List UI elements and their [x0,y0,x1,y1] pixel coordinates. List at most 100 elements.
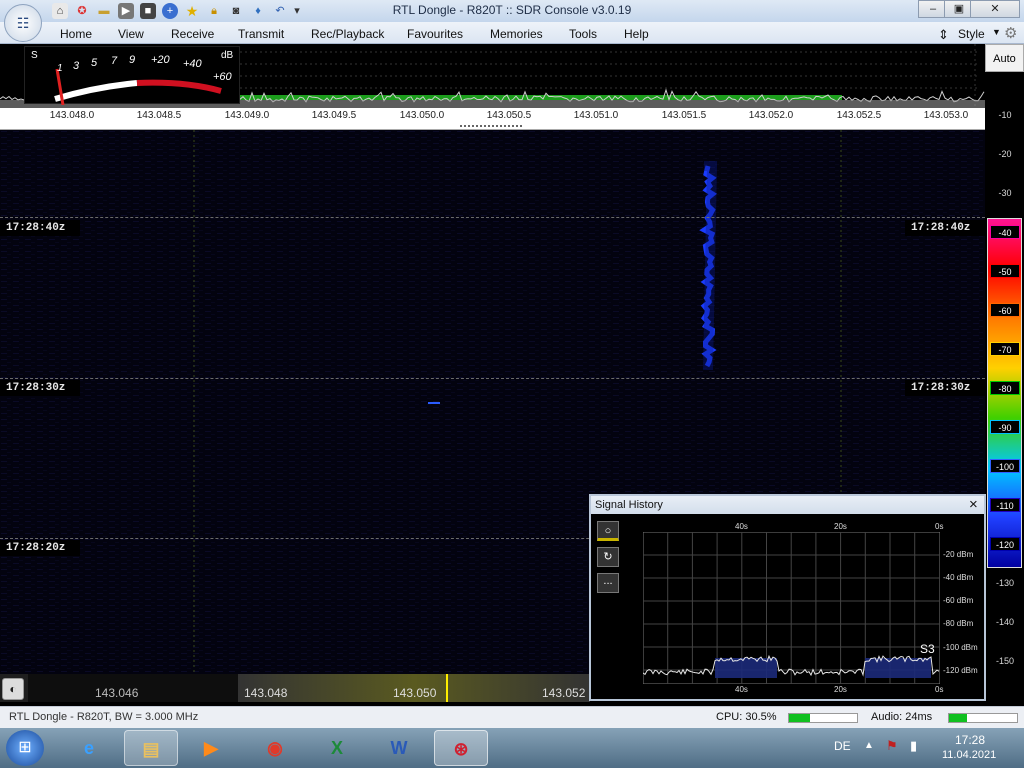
application-menu-button[interactable]: ☷ [4,4,42,42]
scale-tick-label: -150 [995,656,1014,666]
menu-rec-playback[interactable]: Rec/Playback [311,27,384,41]
history-level-label: -80 dBm [943,619,974,628]
timestamp-right: 17:28:30z [905,380,985,396]
folder-icon[interactable]: ▬ [96,3,112,19]
freq-tick: 143.048.5 [136,110,182,121]
history-time-bottom: 20s [834,685,847,694]
freq-tick: 143.051.5 [661,110,707,121]
history-time-bottom: 40s [735,685,748,694]
home-icon[interactable]: ⌂ [52,3,68,19]
language-indicator[interactable]: DE [834,739,851,753]
signal-history-window: Signal History × ○ ↻ ... 40s 20s 0s 40s … [589,494,986,701]
signal-history-title: Signal History [595,499,663,511]
auto-scale-button[interactable]: Auto [985,44,1024,72]
media-player-icon[interactable]: ▶ [184,730,238,766]
scale-tick-label: -40 [990,225,1020,239]
menu-transmit[interactable]: Transmit [238,27,284,41]
signal-history-close-button[interactable]: × [969,496,978,513]
scale-tick-label: -10 [998,110,1012,120]
record-toggle-icon[interactable]: ○ [597,521,619,541]
style-arrows-icon[interactable]: ⇕ [938,27,949,43]
history-level-label: -60 dBm [943,596,974,605]
start-button[interactable]: ⊞ [6,730,44,766]
time-marker-line [0,378,985,379]
menu-view[interactable]: View [118,27,144,41]
lifebuoy-icon[interactable]: ✪ [74,3,90,19]
show-hidden-icons-icon[interactable]: ▲ [864,740,874,751]
chrome-icon[interactable]: ◉ [248,730,302,766]
freq-tick: 143.052.5 [836,110,882,121]
frequency-axis[interactable]: 143.048.0 143.048.5 143.049.0 143.049.5 … [0,108,985,124]
scale-tick-label: -120 [990,537,1020,551]
scale-tick-label: -140 [995,617,1014,627]
history-level-label: -20 dBm [943,550,974,559]
menu-bar: Home View Receive Transmit Rec/Playback … [0,22,1024,44]
audio-label: Audio: 24ms [871,711,933,723]
cpu-meter [788,713,858,723]
scale-tick-label: -70 [990,342,1020,356]
lock-icon[interactable]: 🔒︎ [206,3,222,19]
freq-tick: 143.050.0 [399,110,445,121]
network-icon[interactable]: ▮ [910,738,917,754]
menu-home[interactable]: Home [60,27,92,41]
timestamp-left: 17:28:30z [0,380,80,396]
band-label: 143.046 [95,686,139,700]
menu-memories[interactable]: Memories [490,27,543,41]
tuning-marker[interactable] [446,674,448,702]
settings-gear-icon[interactable]: ⚙ [1004,24,1017,42]
menu-receive[interactable]: Receive [171,27,214,41]
history-time-top: 40s [735,522,748,531]
clock-time[interactable]: 17:28 [955,733,985,747]
signal-history-plot [643,532,940,684]
menu-help[interactable]: Help [624,27,649,41]
refresh-icon[interactable]: ↻ [597,547,619,567]
file-explorer-icon[interactable]: ▤ [124,730,178,766]
sdr-console-icon[interactable]: ⊛ [434,730,488,766]
s-meter-tick: 3 [73,60,80,72]
timestamp-left: 17:28:40z [0,220,80,236]
s-meter: S dB 1 3 5 7 9 +20 +40 +60 [24,46,240,105]
camera-icon[interactable]: ◙ [228,3,244,19]
band-toggle-button[interactable]: ◐ [2,678,24,700]
s-meter-tick: +40 [183,58,202,70]
style-menu[interactable]: Style [958,27,985,41]
cpu-label: CPU: 30.5% [716,711,777,723]
freq-tick: 143.050.5 [486,110,532,121]
internet-explorer-icon[interactable]: e [62,730,116,766]
spectrum-display[interactable]: S dB 1 3 5 7 9 +20 +40 +60 [0,44,985,108]
time-marker-line [0,217,985,218]
freq-tick: 143.049.0 [224,110,270,121]
more-options-button[interactable]: ... [597,573,619,593]
s-reading: S3 [920,642,935,656]
scale-tick-label: -110 [990,498,1020,512]
s-meter-tick: 7 [111,55,118,67]
undo-icon[interactable]: ↶ [272,3,288,19]
s-meter-tick: 1 [57,63,63,74]
s-meter-tick: +60 [213,71,232,83]
close-button[interactable]: ✕ [970,0,1020,18]
history-level-label: -100 dBm [943,643,978,652]
add-icon[interactable]: + [162,3,178,19]
band-label: 143.048 [244,686,288,700]
signal-history-header: Signal History × [591,496,984,514]
clock-date[interactable]: 11.04.2021 [942,749,996,761]
device-tray-icon[interactable]: ⚑ [886,738,898,754]
level-scale[interactable]: Auto [985,44,1024,702]
drop-icon[interactable]: ♦ [250,3,266,19]
play-icon[interactable]: ▶ [118,3,134,19]
menu-tools[interactable]: Tools [569,27,597,41]
taskbar: ⊞ e ▤ ▶ ◉ X W ⊛ DE ▲ ⚑ ▮ 17:28 11.04.202… [0,728,1024,768]
s-meter-s-label: S [31,50,38,61]
chevron-down-icon[interactable]: ▾ [292,3,302,19]
word-icon[interactable]: W [372,730,426,766]
timestamp-left: 17:28:20z [0,540,80,556]
star-icon[interactable]: ★ [184,3,200,19]
title-bar: RTL Dongle - R820T :: SDR Console v3.0.1… [0,0,1024,22]
style-dropdown-icon[interactable]: ▼ [992,27,1001,37]
menu-favourites[interactable]: Favourites [407,27,463,41]
excel-icon[interactable]: X [310,730,364,766]
stop-icon[interactable]: ■ [140,3,156,19]
s-meter-db-label: dB [221,50,234,61]
freq-tick: 143.052.0 [748,110,794,121]
band-overview-bar[interactable]: ◐ 143.046 143.048 143.050 143.052 [0,674,590,702]
